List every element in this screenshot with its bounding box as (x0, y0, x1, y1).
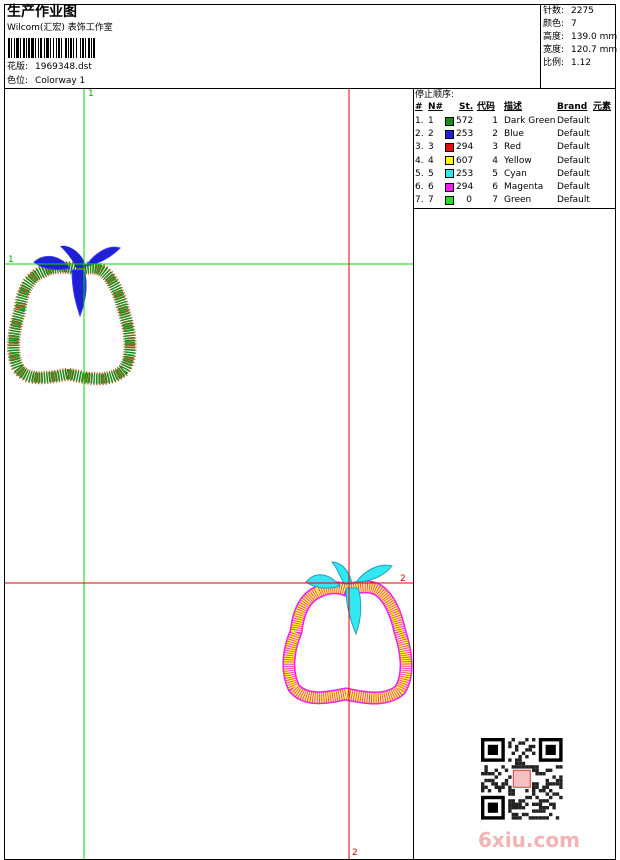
watermark-text: 6xiu.com (478, 828, 580, 852)
qr-code-icon (481, 738, 563, 820)
